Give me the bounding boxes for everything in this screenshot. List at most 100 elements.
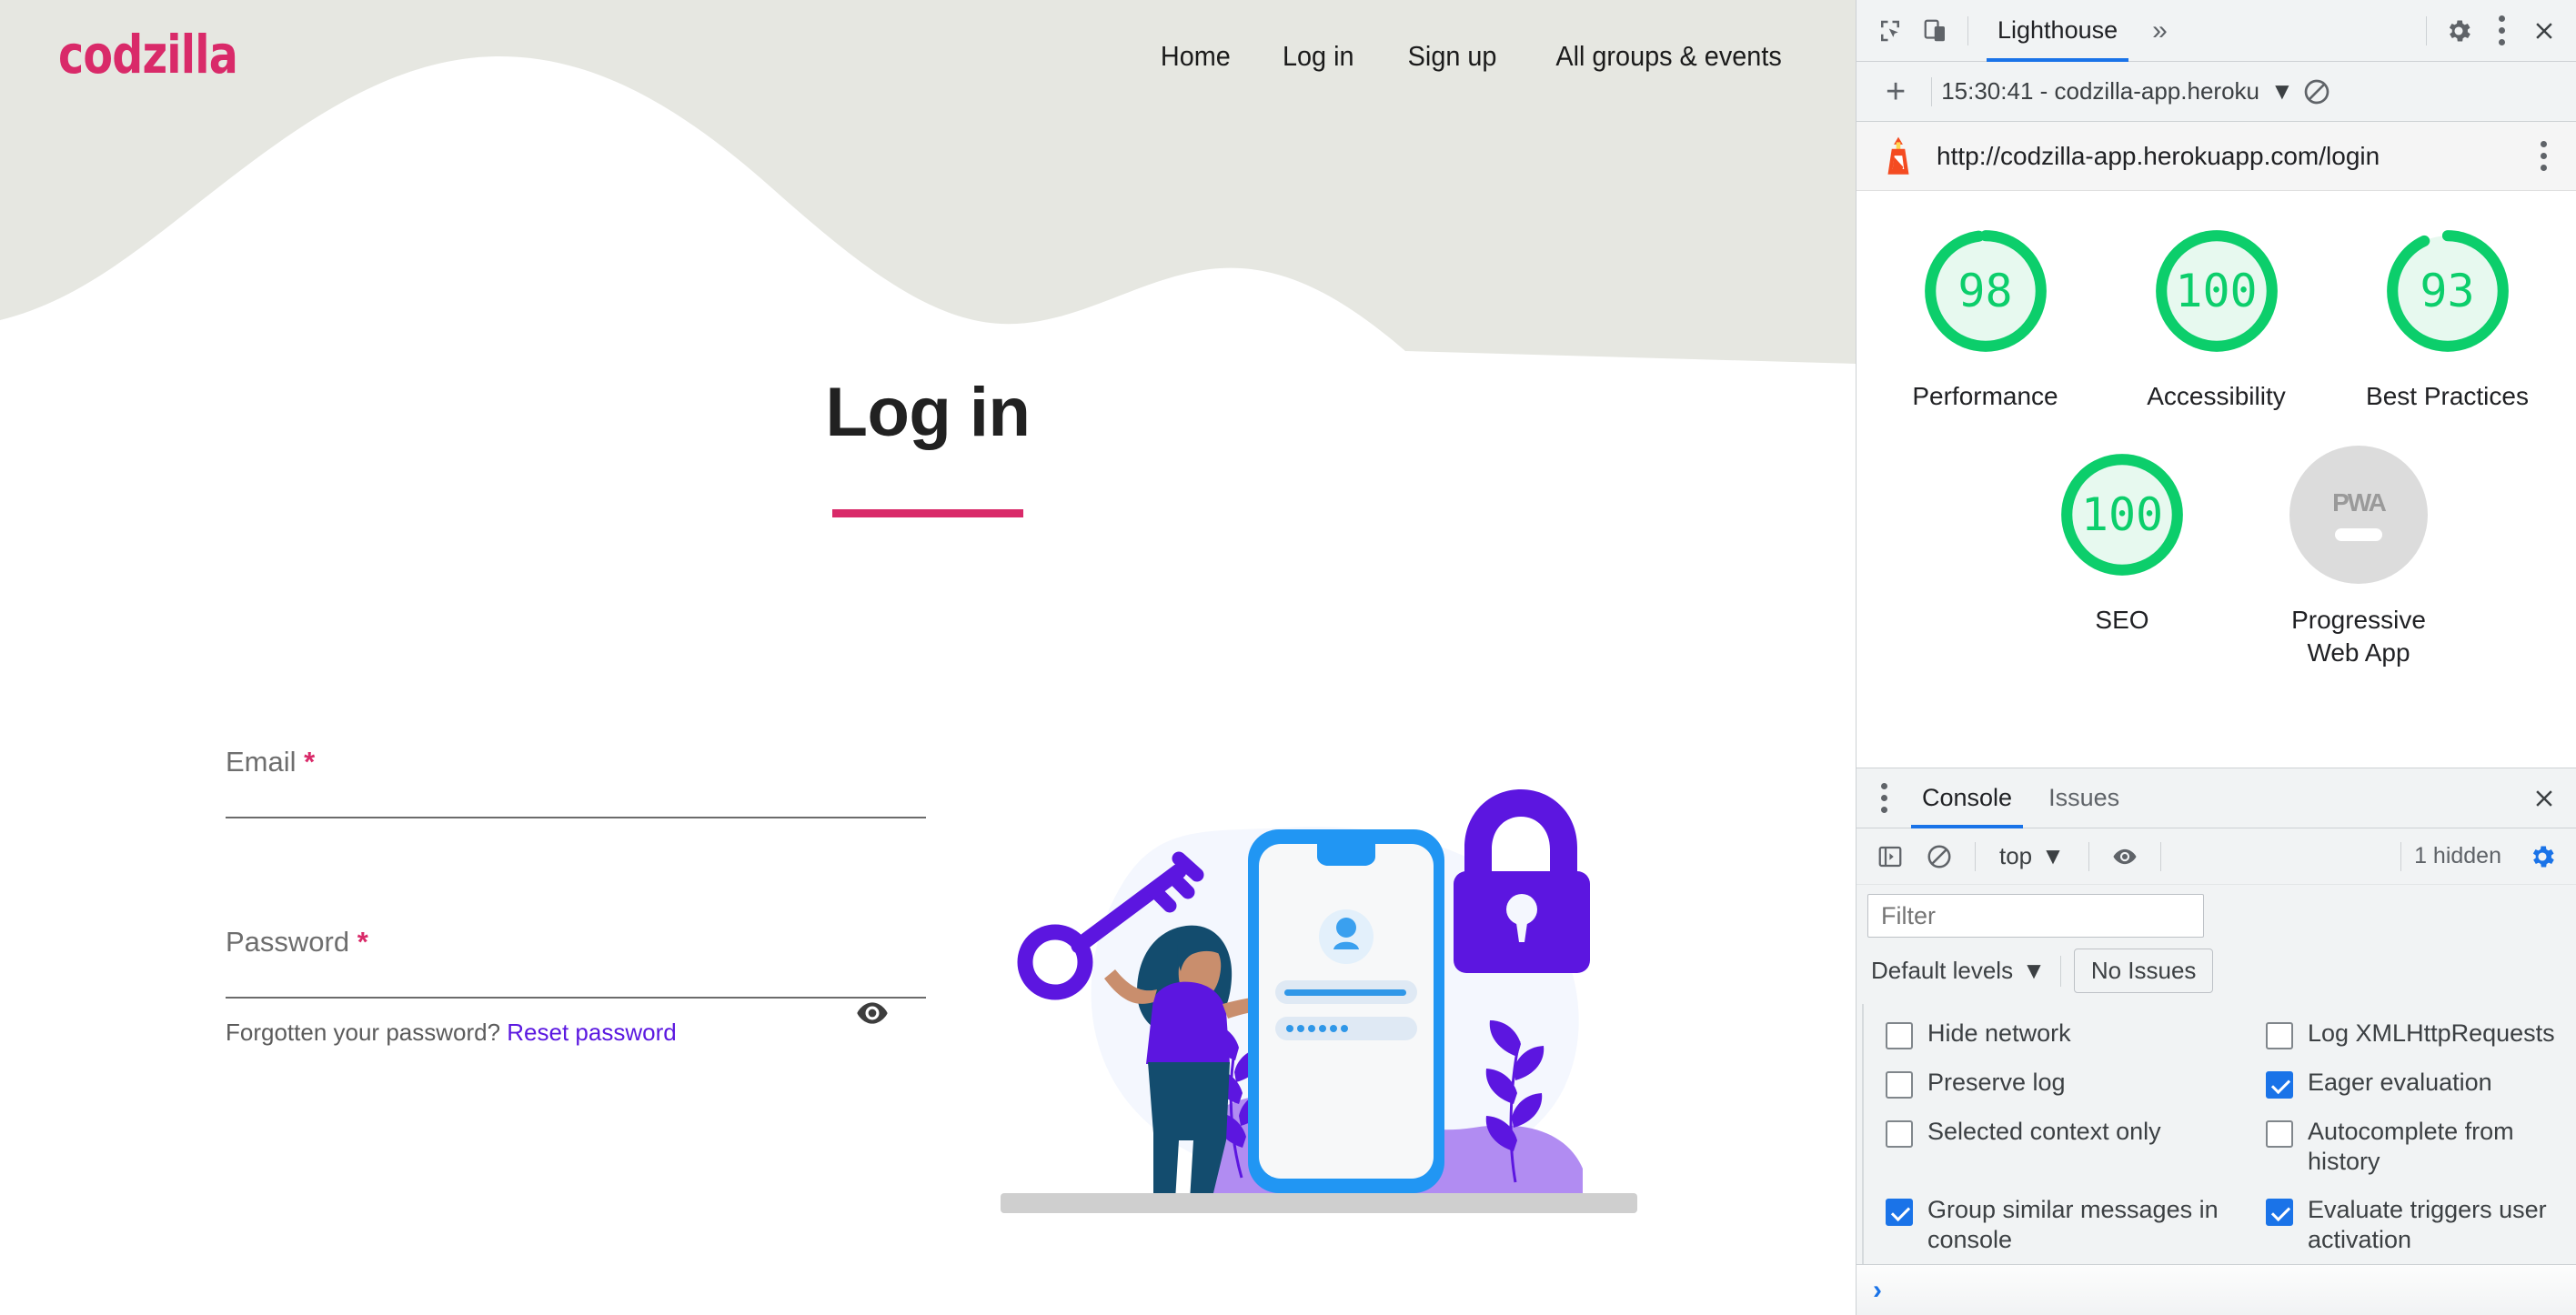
setting-hide-network[interactable]: Hide network [1877,1009,2257,1059]
password-field-group: Password * Forgotten your password? Rese… [226,926,926,1047]
setting-preserve-log[interactable]: Preserve log [1877,1059,2257,1108]
device-toolbar-icon [1924,19,1945,41]
eye-icon [2113,848,2137,864]
score-seo[interactable]: 100 SEO [2031,446,2213,669]
toggle-password-visibility-button[interactable] [851,992,893,1034]
console-context-label: top [1999,842,2033,870]
lighthouse-url-bar: http://codzilla-app.herokuapp.com/login [1857,122,2576,191]
setting-autocomplete-from-history[interactable]: Autocomplete from history [2257,1108,2567,1186]
page-title-block: Log in [0,378,1856,517]
inspect-cursor-icon [1881,20,1899,41]
levels-divider [2059,955,2061,987]
close-icon [2536,22,2552,39]
best-practices-gauge: 93 [2379,222,2517,360]
chevron-down-icon: ▼ [2041,842,2065,870]
setting-evaluate-triggers-user-activation[interactable]: Evaluate triggers user activation [2257,1186,2567,1264]
page-title: Log in [825,374,1031,451]
console-toolbar-divider-3 [2159,841,2161,871]
lighthouse-report-menu-button[interactable] [2523,134,2563,179]
padlock-icon [1454,789,1590,973]
devtools-more-options-button[interactable] [2481,8,2521,54]
performance-score: 98 [1957,265,2013,317]
score-pwa[interactable]: PWA Progressive Web App [2268,445,2450,669]
setting-eager-evaluation[interactable]: Eager evaluation [2257,1059,2567,1108]
lighthouse-bar-divider [1931,76,1933,106]
score-best-practices[interactable]: 93 Best Practices [2357,222,2539,413]
close-devtools-button[interactable] [2521,8,2567,54]
live-expression-button[interactable] [2102,834,2148,879]
tab-console[interactable]: Console [1904,768,2030,828]
console-filter-input[interactable] [1867,894,2204,939]
site-logo[interactable]: codzilla [58,24,238,85]
setting-log-xmlhttprequests[interactable]: Log XMLHttpRequests [2257,1009,2567,1059]
pwa-dash-icon [2335,527,2382,541]
close-drawer-button[interactable] [2521,776,2567,821]
password-underline [226,997,926,999]
toggle-device-toolbar-button[interactable] [1913,8,1958,54]
console-sidebar-toggle-button[interactable] [1867,834,1913,879]
checkbox-unchecked-icon[interactable] [2266,1022,2293,1050]
chevron-down-icon: ▼ [2269,77,2294,105]
tab-issues-label: Issues [2048,784,2120,812]
new-lighthouse-report-button[interactable]: + [1869,75,1922,109]
no-entry-icon [2304,79,2329,104]
devtools-settings-button[interactable] [2436,8,2481,54]
password-input[interactable] [226,1001,926,1043]
kebab-dot [1880,807,1887,814]
kebab-dot [2540,153,2547,159]
checkbox-checked-icon[interactable] [2266,1071,2293,1099]
setting-selected-context-only[interactable]: Selected context only [1877,1108,2257,1186]
login-form: Email * Password * Forgotten your passwo… [226,746,926,1154]
nav-item-signup[interactable]: Sign up [1407,40,1496,73]
chevron-down-icon: ▼ [2022,957,2046,985]
checkbox-checked-icon[interactable] [1886,1199,1913,1227]
pwa-label: Progressive Web App [2291,605,2426,667]
drawer-tab-bar: Console Issues [1857,768,2576,829]
console-levels-row: Default levels ▼ No Issues [1857,945,2576,1004]
password-label: Password * [226,926,926,959]
login-illustration-svg [1001,789,1637,1213]
score-performance[interactable]: 98 Performance [1895,222,2077,413]
nav-item-all-groups-events[interactable]: All groups & events [1555,40,1781,73]
email-input[interactable] [226,773,926,815]
no-issues-button[interactable]: No Issues [2073,949,2214,994]
console-hidden-count: 1 hidden [2414,843,2501,869]
checkbox-unchecked-icon[interactable] [1886,1022,1913,1050]
browser-viewport: codzilla Home Log in Sign up All groups … [0,0,1856,1315]
clear-console-button[interactable] [1917,834,1962,879]
setting-eager-evaluation-label: Eager evaluation [2308,1069,2492,1097]
nav-item-home[interactable]: Home [1160,40,1230,73]
console-levels-select[interactable]: Default levels ▼ [1867,951,2057,990]
gear-icon [2449,20,2470,41]
clear-lighthouse-reports-button[interactable] [2294,69,2340,115]
kebab-dot [2498,27,2505,34]
lighthouse-report-bar: + 15:30:41 - codzilla-app.heroku ▼ [1857,62,2576,122]
no-entry-icon [1927,845,1951,868]
eye-icon [857,1002,888,1024]
nav-item-login[interactable]: Log in [1283,40,1354,73]
more-tabs-button[interactable]: » [2138,15,2182,46]
login-illustration [1001,773,1637,1228]
kebab-dot [2498,15,2505,22]
console-settings-grid: Hide network Log XMLHttpRequests Preserv… [1862,1004,2576,1264]
console-input-row[interactable]: › [1857,1264,2576,1315]
lighthouse-report-select-label: 15:30:41 - codzilla-app.heroku [1941,77,2259,105]
best-practices-label: Best Practices [2366,382,2529,410]
best-practices-score: 93 [2420,265,2475,317]
setting-group-similar-messages[interactable]: Group similar messages in console [1877,1186,2257,1264]
checkbox-checked-icon[interactable] [2266,1199,2293,1227]
console-settings-button[interactable] [2520,834,2565,879]
inspect-element-button[interactable] [1867,8,1913,54]
kebab-dot [2540,165,2547,171]
console-context-select[interactable]: top ▼ [1988,842,2076,870]
checkbox-unchecked-icon[interactable] [2266,1120,2293,1149]
checkbox-unchecked-icon[interactable] [1886,1120,1913,1149]
toolbar-divider [1967,15,1968,45]
score-accessibility[interactable]: 100 Accessibility [2126,222,2308,413]
checkbox-unchecked-icon[interactable] [1886,1071,1913,1099]
tab-issues[interactable]: Issues [2030,768,2138,828]
drawer-more-options-button[interactable] [1864,776,1904,821]
tab-lighthouse[interactable]: Lighthouse [1977,0,2138,62]
kebab-dot [1880,795,1887,802]
lighthouse-report-select[interactable]: 15:30:41 - codzilla-app.heroku ▼ [1941,77,2294,105]
